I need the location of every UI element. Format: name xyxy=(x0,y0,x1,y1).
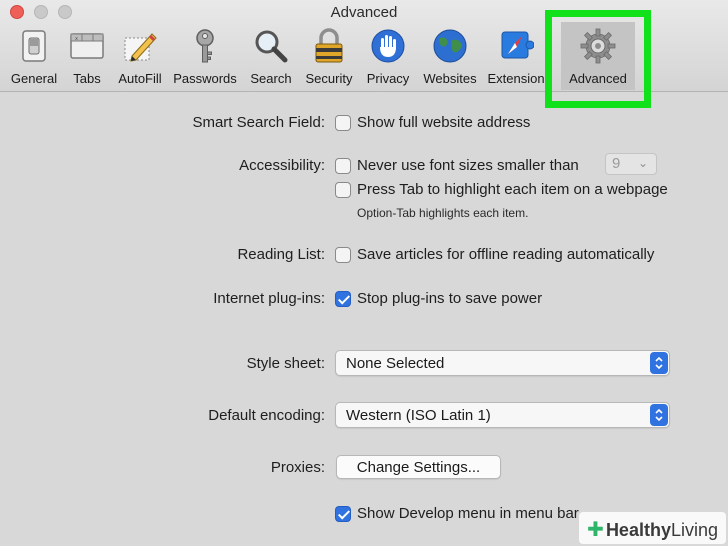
min-font-size-checkbox[interactable] xyxy=(335,158,351,174)
padlock-icon xyxy=(315,28,343,63)
proxies-label: Proxies: xyxy=(270,459,325,476)
tab-highlight-text: Press Tab to highlight each item on a we… xyxy=(357,181,668,198)
min-font-size-select[interactable]: 9 ⌄ xyxy=(605,153,657,175)
show-full-address-checkbox[interactable] xyxy=(335,115,351,131)
general-switch-icon xyxy=(22,30,46,62)
watermark-text1: Healthy xyxy=(605,520,671,540)
key-icon xyxy=(196,29,214,63)
updown-chevron-icon xyxy=(650,352,668,374)
tab-passwords[interactable]: Passwords xyxy=(172,22,238,90)
style-sheet-label: Style sheet: xyxy=(246,355,325,372)
show-develop-menu-text: Show Develop menu in menu bar xyxy=(357,505,579,522)
encoding-popup[interactable]: Western (ISO Latin 1) xyxy=(335,402,670,428)
hand-icon xyxy=(371,29,405,63)
encoding-value: Western (ISO Latin 1) xyxy=(346,407,491,424)
healthy-living-logo: ✚ HealthyLiving xyxy=(579,512,726,544)
min-font-size-text: Never use font sizes smaller than xyxy=(357,157,579,174)
tab-tabs[interactable]: x Tabs xyxy=(64,22,110,90)
style-sheet-popup[interactable]: None Selected xyxy=(335,350,670,376)
preferences-window: Advanced General x Tabs AutoFill Passwor… xyxy=(0,0,728,546)
updown-chevron-icon xyxy=(650,404,668,426)
min-font-size-value: 9 xyxy=(612,155,621,172)
chevron-down-icon: ⌄ xyxy=(637,156,648,170)
tab-search-label: Search xyxy=(250,71,292,86)
encoding-label: Default encoding: xyxy=(208,407,325,424)
watermark-text2: Living xyxy=(670,520,718,540)
tab-passwords-label: Passwords xyxy=(173,71,237,86)
tab-extensions-label: Extension xyxy=(487,71,545,86)
tab-websites[interactable]: Websites xyxy=(420,22,480,90)
tab-highlight-checkbox[interactable] xyxy=(335,182,351,198)
show-full-address-text: Show full website address xyxy=(357,114,531,131)
svg-text:x: x xyxy=(75,36,78,42)
puzzle-compass-icon xyxy=(501,31,534,59)
smart-search-label: Smart Search Field: xyxy=(192,114,325,131)
reading-list-label: Reading List: xyxy=(237,246,325,263)
tab-security-label: Security xyxy=(305,71,353,86)
plus-logo-icon: ✚ xyxy=(587,519,604,541)
stop-plugins-checkbox[interactable] xyxy=(335,291,351,307)
tab-autofill[interactable]: AutoFill xyxy=(112,22,168,90)
offline-reading-text: Save articles for offline reading automa… xyxy=(357,246,655,263)
stop-plugins-text: Stop plug-ins to save power xyxy=(357,290,543,307)
tab-websites-label: Websites xyxy=(423,71,477,86)
show-develop-menu-checkbox[interactable] xyxy=(335,506,351,522)
tab-extensions[interactable]: Extension xyxy=(487,22,545,90)
tab-privacy-label: Privacy xyxy=(366,71,410,86)
magnifier-icon xyxy=(255,30,288,63)
tab-general[interactable]: General xyxy=(4,22,64,90)
tab-autofill-label: AutoFill xyxy=(118,71,162,86)
tabs-icon: x xyxy=(70,33,104,59)
tab-security[interactable]: Security xyxy=(302,22,356,90)
plugins-label: Internet plug-ins: xyxy=(213,290,325,307)
tab-search[interactable]: Search xyxy=(246,22,296,90)
offline-reading-checkbox[interactable] xyxy=(335,247,351,263)
accessibility-label: Accessibility: xyxy=(239,157,325,174)
change-proxy-settings-button[interactable]: Change Settings... xyxy=(336,455,501,479)
tab-privacy[interactable]: Privacy xyxy=(362,22,414,90)
globe-icon xyxy=(433,29,467,63)
tab-highlight-hint: Option-Tab highlights each item. xyxy=(357,206,529,220)
style-sheet-value: None Selected xyxy=(346,355,445,372)
advanced-tab-highlight-box xyxy=(545,10,651,108)
autofill-pencil-icon xyxy=(124,33,157,62)
